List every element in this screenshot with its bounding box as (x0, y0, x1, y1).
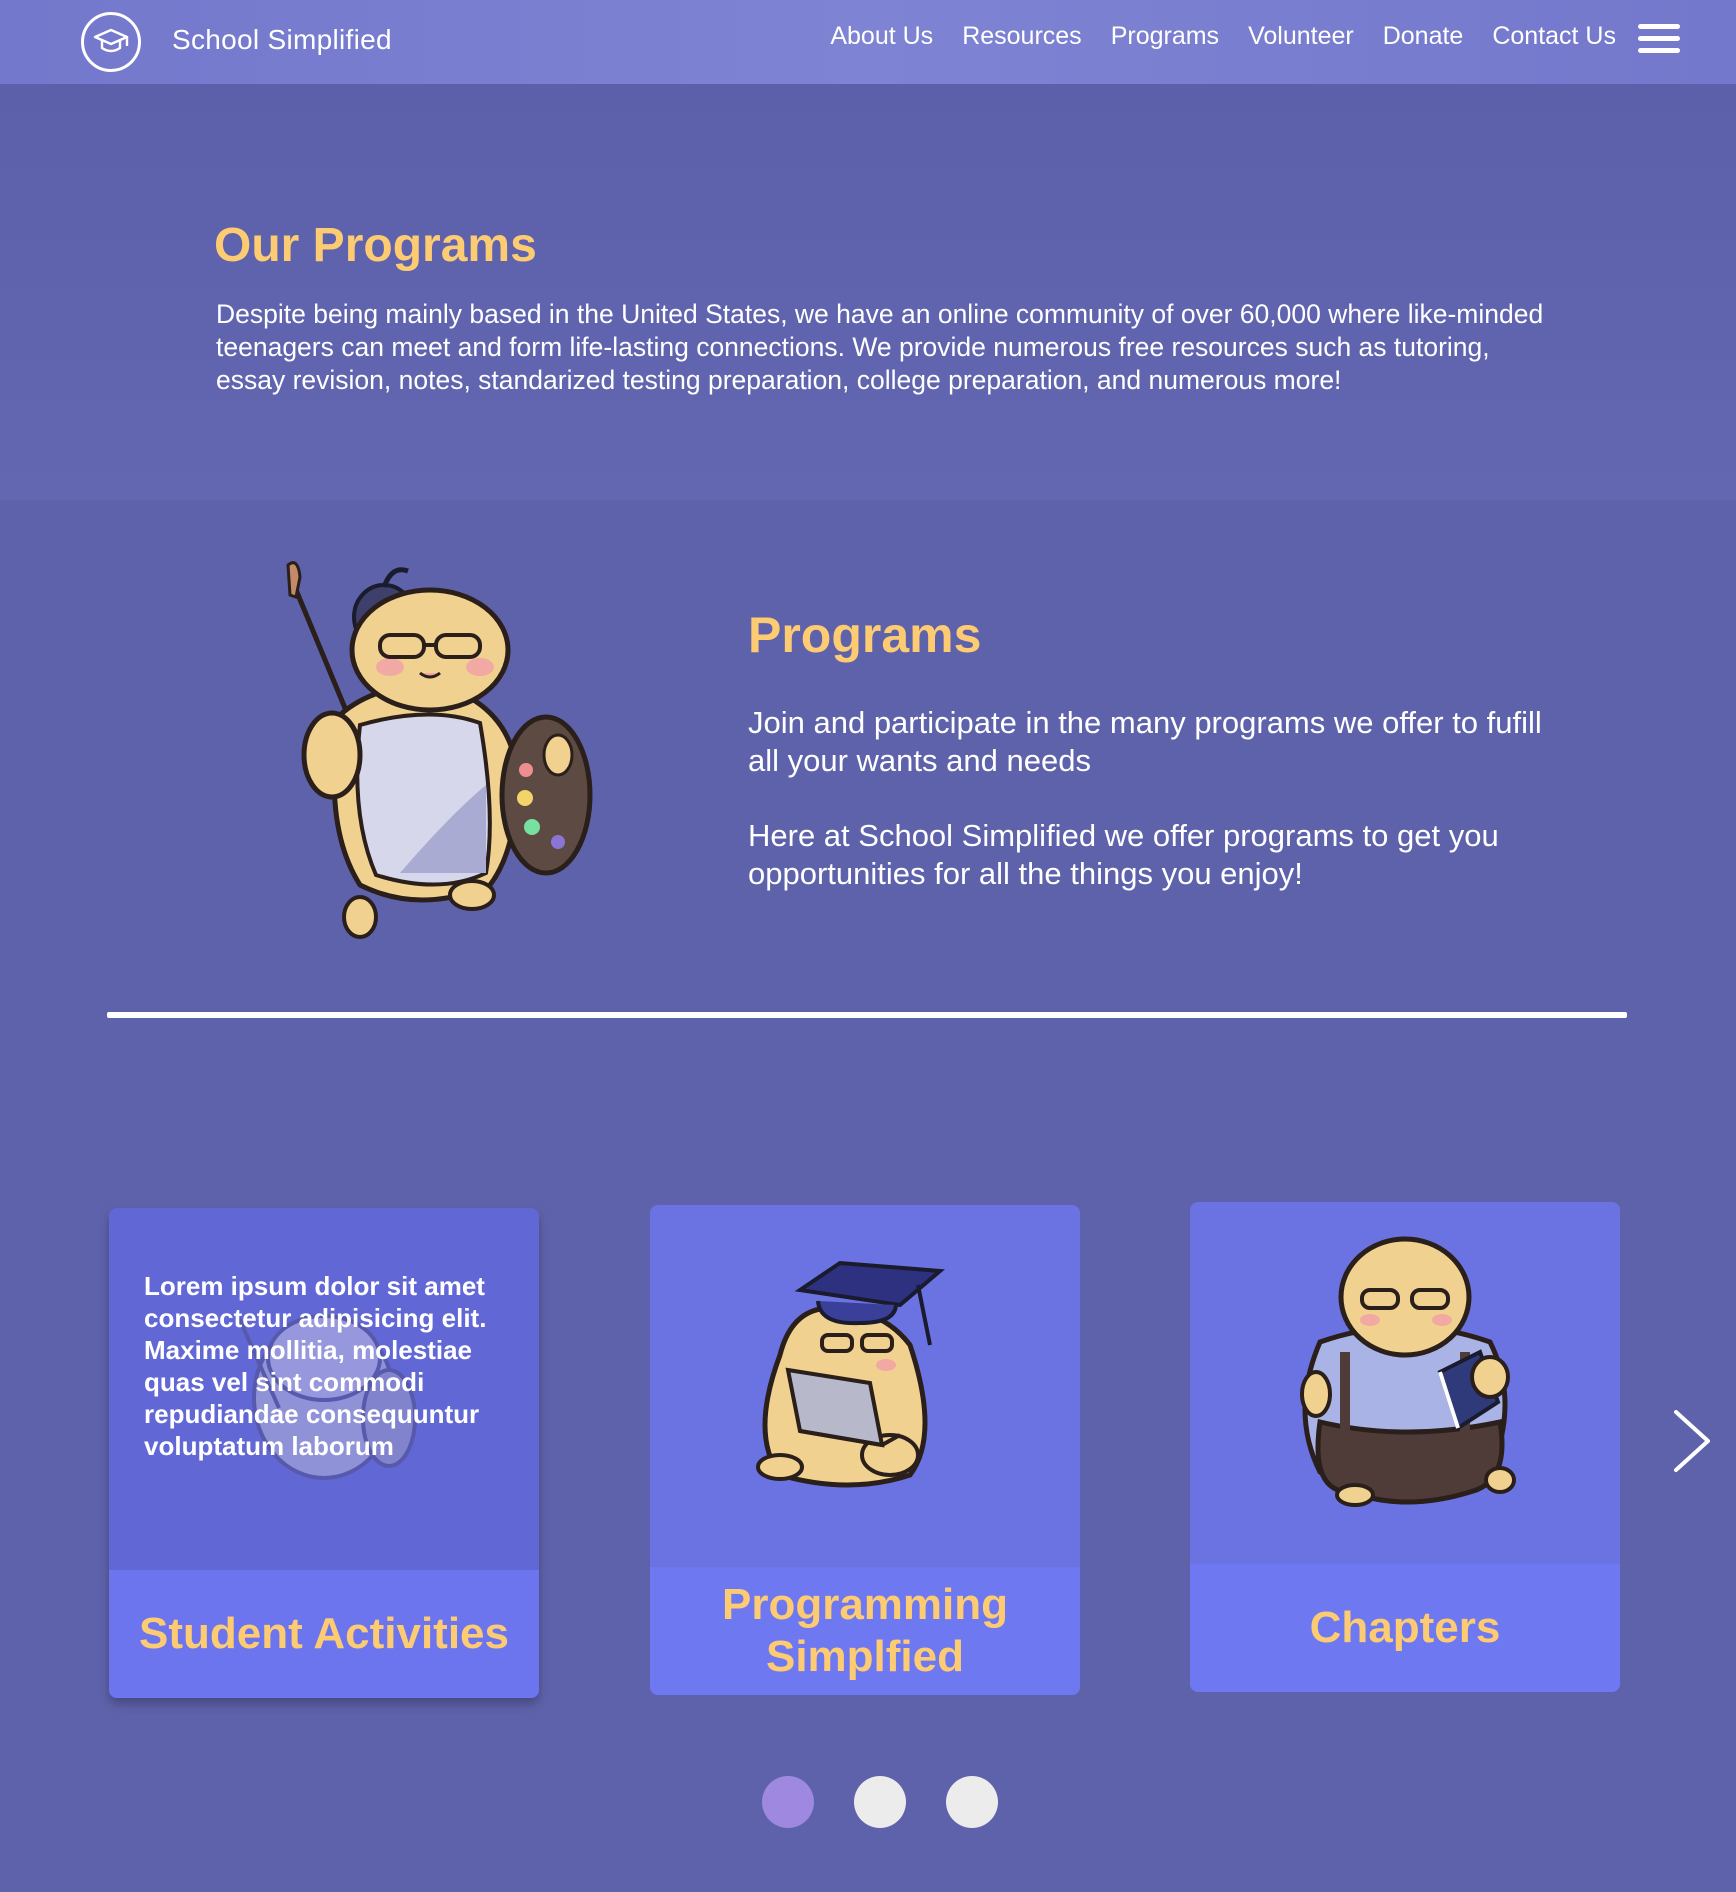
card-title[interactable]: Programming Simplfied (650, 1567, 1080, 1695)
carousel-dots (762, 1776, 998, 1828)
card-title[interactable]: Chapters (1190, 1564, 1620, 1692)
program-card-student-activities[interactable]: Lorem ipsum dolor sit amet consectetur a… (109, 1208, 539, 1698)
nav-links: About Us Resources Programs Volunteer Do… (830, 22, 1616, 51)
intro-section: Our Programs Despite being mainly based … (0, 84, 1736, 500)
card-image-area (650, 1205, 1080, 1567)
programs-title: Programs (748, 607, 982, 663)
graduation-cap-icon[interactable] (81, 12, 141, 72)
nav-link-resources[interactable]: Resources (962, 22, 1082, 51)
carousel-dot-1[interactable] (762, 1776, 814, 1828)
carousel-dot-2[interactable] (854, 1776, 906, 1828)
programs-paragraph-2: Here at School Simplified we offer progr… (748, 818, 1499, 891)
section-divider (107, 1012, 1627, 1018)
brand-name[interactable]: School Simplified (172, 24, 392, 56)
programs-paragraph-1: Join and participate in the many program… (748, 705, 1542, 778)
intro-body: Despite being mainly based in the United… (216, 299, 1544, 395)
nav-link-contact-us[interactable]: Contact Us (1492, 22, 1616, 51)
nav-link-donate[interactable]: Donate (1383, 22, 1464, 51)
nav-link-volunteer[interactable]: Volunteer (1248, 22, 1354, 51)
top-nav: School Simplified About Us Resources Pro… (0, 0, 1736, 84)
program-card-programming-simplified[interactable]: Programming Simplfied (650, 1205, 1080, 1695)
artist-mascot-icon (286, 561, 593, 939)
intro-title: Our Programs (214, 219, 537, 272)
graduate-laptop-mascot-icon (756, 1260, 945, 1488)
nav-link-about-us[interactable]: About Us (830, 22, 933, 51)
chevron-right-icon[interactable] (1672, 1408, 1712, 1474)
nav-link-programs[interactable]: Programs (1111, 22, 1219, 51)
hamburger-menu-icon[interactable] (1638, 24, 1680, 54)
card-title[interactable]: Student Activities (109, 1570, 539, 1698)
card-image-area: Lorem ipsum dolor sit amet consectetur a… (109, 1208, 539, 1570)
card-image-area (1190, 1202, 1620, 1564)
card-hover-text: Lorem ipsum dolor sit amet consectetur a… (144, 1271, 487, 1461)
carousel-dot-3[interactable] (946, 1776, 998, 1828)
program-card-chapters[interactable]: Chapters (1190, 1202, 1620, 1692)
reading-mascot-icon (1300, 1236, 1516, 1507)
